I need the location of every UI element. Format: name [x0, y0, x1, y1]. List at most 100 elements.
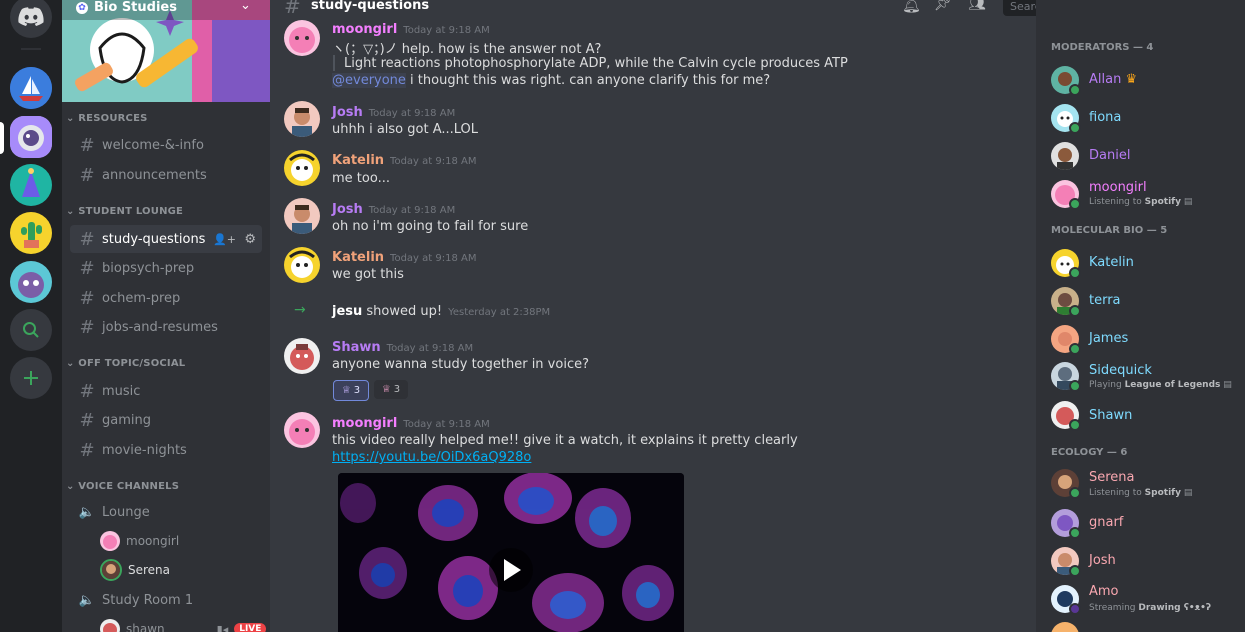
- avatar[interactable]: [1051, 142, 1079, 170]
- avatar[interactable]: [1051, 469, 1081, 499]
- pin-icon[interactable]: 📌︎: [934, 0, 952, 12]
- member-list-icon[interactable]: 👥︎: [968, 0, 986, 12]
- server-teal[interactable]: [10, 164, 52, 206]
- message-author[interactable]: Shawn Today at 9:18 AM: [332, 340, 473, 355]
- message-author[interactable]: Katelin Today at 9:18 AM: [332, 250, 476, 265]
- avatar[interactable]: [284, 198, 320, 234]
- reaction-2[interactable]: ♕ 3: [374, 380, 408, 399]
- member-name[interactable]: Amo: [1089, 584, 1119, 599]
- member-name[interactable]: Allan ♛: [1089, 72, 1137, 87]
- channel-movie-nights[interactable]: # movie-nights: [70, 436, 262, 464]
- category-label: OFF TOPIC/SOCIAL: [78, 358, 186, 369]
- avatar[interactable]: [284, 412, 320, 448]
- avatar[interactable]: [284, 101, 320, 137]
- category-resources[interactable]: ⌄ RESOURCES: [66, 113, 148, 124]
- server-bio-studies[interactable]: [10, 116, 52, 158]
- member-name[interactable]: Sidequick: [1089, 363, 1152, 378]
- server-header[interactable]: ✿ Bio Studies: [76, 0, 177, 15]
- channel-ochem-prep[interactable]: # ochem-prep: [70, 284, 262, 312]
- avatar[interactable]: [1051, 249, 1081, 279]
- channel-announcements[interactable]: # announcements: [70, 161, 262, 189]
- avatar[interactable]: [1051, 547, 1081, 577]
- voice-channel-lounge[interactable]: 🔈 Lounge: [70, 498, 262, 526]
- invite-icon[interactable]: 👤+: [213, 233, 236, 246]
- category-off-topic[interactable]: ⌄ OFF TOPIC/SOCIAL: [66, 358, 185, 369]
- explore-servers-button[interactable]: [10, 309, 52, 351]
- bell-icon[interactable]: 🔔︎: [902, 0, 921, 14]
- video-thumbnail: [338, 473, 684, 632]
- message-text: this video really helped me!! give it a …: [332, 433, 798, 448]
- chevron-icon: ⌄: [66, 113, 75, 124]
- author-name: Katelin: [332, 153, 385, 168]
- channel-gaming[interactable]: # gaming: [70, 406, 262, 434]
- voice-channel-study-room-1[interactable]: 🔈 Study Room 1: [70, 586, 262, 614]
- message-timestamp: Today at 9:18 AM: [390, 253, 477, 264]
- avatar[interactable]: [1051, 622, 1079, 632]
- hash-icon: #: [79, 164, 95, 186]
- avatar[interactable]: [1051, 362, 1081, 392]
- message-author[interactable]: Katelin Today at 9:18 AM: [332, 153, 476, 168]
- message-author[interactable]: moongirl Today at 9:18 AM: [332, 22, 490, 37]
- avatar[interactable]: [1051, 287, 1081, 317]
- avatar[interactable]: [284, 150, 320, 186]
- message-text: oh no i'm going to fail for sure: [332, 219, 529, 234]
- voice-user-serena[interactable]: Serena: [100, 558, 170, 582]
- avatar[interactable]: [1051, 104, 1081, 134]
- member-name[interactable]: moongirl: [1089, 180, 1147, 195]
- channel-welcome-info[interactable]: # welcome-&-info: [70, 131, 262, 159]
- member-name[interactable]: fiona: [1089, 110, 1121, 125]
- home-button[interactable]: [10, 0, 52, 38]
- avatar[interactable]: [1051, 585, 1081, 615]
- member-name[interactable]: Josh: [1089, 553, 1116, 568]
- plus-icon: [24, 371, 38, 385]
- avatar[interactable]: [1051, 66, 1081, 96]
- voice-user-name: shawn: [126, 622, 165, 632]
- avatar[interactable]: [284, 338, 320, 374]
- voice-user-shawn[interactable]: shawn ▮◂ LIVE: [100, 617, 267, 632]
- gear-icon[interactable]: ⚙: [244, 232, 256, 247]
- server-creature[interactable]: [10, 261, 52, 303]
- activity-text: Streaming: [1089, 603, 1139, 613]
- channel-jobs-and-resumes[interactable]: # jobs-and-resumes: [70, 313, 262, 341]
- message-author[interactable]: Josh Today at 9:18 AM: [332, 202, 455, 217]
- member-name[interactable]: gnarf: [1089, 515, 1123, 530]
- video-embed[interactable]: [338, 473, 684, 632]
- reaction-1[interactable]: ♕ 3: [333, 380, 369, 401]
- member-name[interactable]: terra: [1089, 293, 1121, 308]
- online-status-icon: [1069, 305, 1081, 317]
- chevron-down-icon[interactable]: ⌄: [240, 0, 251, 13]
- add-server-button[interactable]: [10, 357, 52, 399]
- channel-study-questions[interactable]: # study-questions 👤+ ⚙: [70, 225, 262, 253]
- member-name[interactable]: Serena: [1089, 470, 1135, 485]
- message-timestamp: Today at 9:18 AM: [403, 419, 490, 430]
- member-name[interactable]: Katelin: [1089, 255, 1134, 270]
- message-timestamp: Today at 9:18 AM: [386, 343, 474, 354]
- avatar[interactable]: [1051, 509, 1081, 539]
- channel-biopsych-prep[interactable]: # biopsych-prep: [70, 254, 262, 282]
- member-name-text: Allan: [1089, 72, 1122, 87]
- server-cactus[interactable]: [10, 212, 52, 254]
- video-link[interactable]: https://youtu.be/OiDx6aQ928o: [332, 450, 531, 465]
- member-name[interactable]: Daniel: [1089, 148, 1130, 163]
- avatar[interactable]: [1051, 401, 1081, 431]
- channel-music[interactable]: # music: [70, 377, 262, 405]
- category-student-lounge[interactable]: ⌄ STUDENT LOUNGE: [66, 206, 183, 217]
- member-name[interactable]: Shawn: [1089, 408, 1132, 423]
- message-author[interactable]: moongirl Today at 9:18 AM: [332, 416, 490, 431]
- hash-icon: #: [79, 409, 95, 431]
- avatar[interactable]: [1051, 325, 1081, 355]
- everyone-mention[interactable]: @everyone: [332, 73, 406, 88]
- avatar[interactable]: [1051, 180, 1081, 210]
- online-status-icon: [1069, 343, 1081, 355]
- voice-user-moongirl[interactable]: moongirl: [100, 529, 179, 553]
- join-user-name[interactable]: jesu: [332, 304, 362, 319]
- category-voice-channels[interactable]: ⌄ VOICE CHANNELS: [66, 481, 179, 492]
- rich-presence-icon: ▤: [1223, 380, 1232, 390]
- avatar[interactable]: [284, 247, 320, 283]
- avatar[interactable]: [284, 20, 320, 56]
- member-name[interactable]: James: [1089, 331, 1128, 346]
- server-sailboat[interactable]: [10, 67, 52, 109]
- member-group-label: ECOLOGY — 6: [1051, 447, 1128, 458]
- author-name: Josh: [332, 202, 363, 217]
- message-author[interactable]: Josh Today at 9:18 AM: [332, 105, 455, 120]
